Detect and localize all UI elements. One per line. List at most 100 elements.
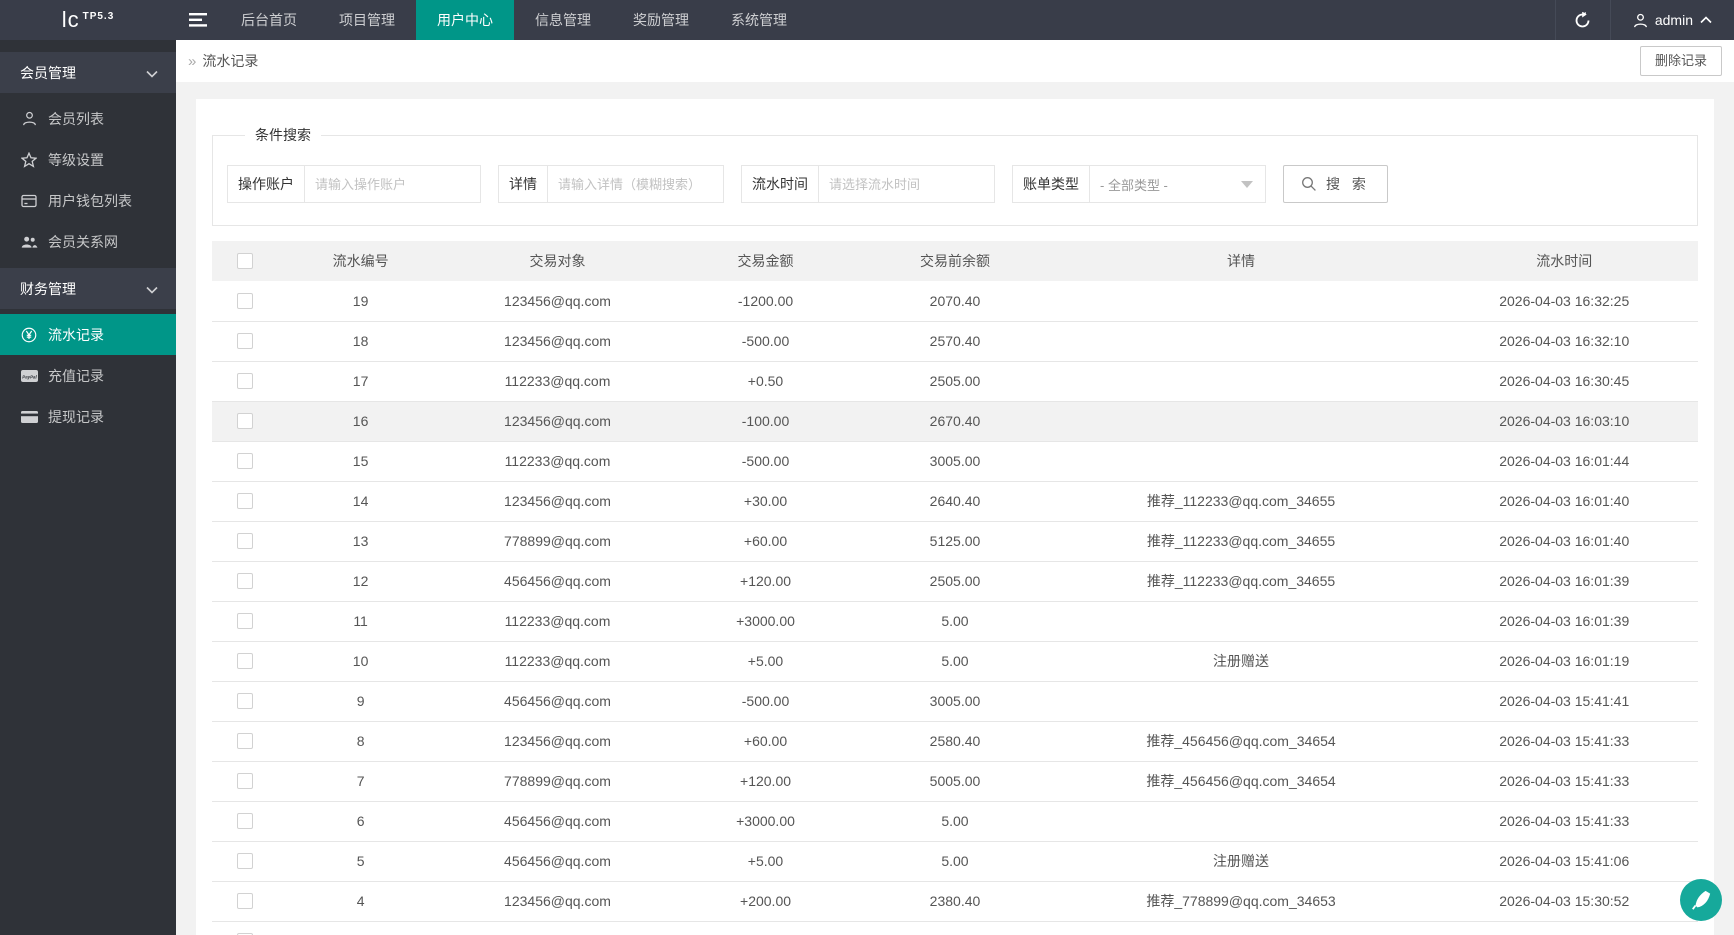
nav-tab-3[interactable]: 用户中心 xyxy=(416,0,514,40)
row-checkbox-cell xyxy=(212,881,279,922)
table-row: 17 112233@qq.com +0.50 2505.00 2026-04-03 16… xyxy=(212,361,1698,402)
sidebar-item-user[interactable]: 会员列表 xyxy=(0,98,176,139)
row-checkbox[interactable] xyxy=(237,653,254,669)
nav-tab-2[interactable]: 项目管理 xyxy=(318,0,416,40)
search-field-group-4: 账单类型 - 全部类型 - xyxy=(1012,165,1266,203)
sidebar-group-label: 会员管理 xyxy=(20,64,76,81)
account-cell: 778899@qq.com xyxy=(442,921,673,935)
sidebar-group-label: 财务管理 xyxy=(20,280,76,297)
table-row: 4 123456@qq.com +200.00 2380.40 推荐_778899@qq… xyxy=(212,881,1698,922)
row-checkbox[interactable] xyxy=(237,693,254,709)
time-cell: 2026-04-03 15:41:33 xyxy=(1430,721,1698,762)
row-checkbox[interactable] xyxy=(237,493,254,509)
card-icon xyxy=(20,410,38,423)
flow-id-cell: 14 xyxy=(278,481,443,522)
search-input-2[interactable] xyxy=(548,166,723,202)
row-checkbox[interactable] xyxy=(237,733,254,749)
breadcrumb-bar: » 流水记录 删除记录 xyxy=(176,40,1734,82)
account-cell: 112233@qq.com xyxy=(442,641,673,682)
account-cell: 112233@qq.com xyxy=(442,361,673,402)
chevron-down-icon xyxy=(146,65,158,81)
sidebar-item-wallet[interactable]: 用户钱包列表 xyxy=(0,180,176,221)
row-checkbox[interactable] xyxy=(237,573,254,589)
bill-type-select[interactable]: - 全部类型 - xyxy=(1090,166,1265,202)
detail-cell xyxy=(1051,321,1431,362)
search-field-label: 操作账户 xyxy=(228,166,305,202)
row-checkbox[interactable] xyxy=(237,773,254,789)
balance-cell: 3005.00 xyxy=(858,681,1052,722)
flow-id-cell: 13 xyxy=(278,521,443,562)
table-row: 14 123456@qq.com +30.00 2640.40 推荐_112233@qq… xyxy=(212,481,1698,522)
select-all-checkbox[interactable] xyxy=(237,253,254,269)
account-cell: 123456@qq.com xyxy=(442,281,673,322)
sidebar-item-label: 等级设置 xyxy=(48,151,104,168)
table-row: 18 123456@qq.com -500.00 2570.40 2026-04-03 … xyxy=(212,321,1698,362)
row-checkbox[interactable] xyxy=(237,893,254,909)
table-row: 3778899@qq.com+5000.005.00 2026-04-03 15:… xyxy=(212,921,1698,935)
row-checkbox[interactable] xyxy=(237,453,254,469)
account-cell: 456456@qq.com xyxy=(442,801,673,842)
sidebar-section-2: 财务管理流水记录 PayPal 充值记录 提现记录 xyxy=(0,268,176,437)
search-button[interactable]: 搜 索 xyxy=(1283,165,1388,203)
flow-id-cell: 9 xyxy=(278,681,443,722)
search-field-group-1: 操作账户 xyxy=(227,165,481,203)
row-checkbox-cell xyxy=(212,561,279,602)
row-checkbox-cell xyxy=(212,521,279,562)
column-header: 详情 xyxy=(1051,241,1431,281)
row-checkbox[interactable] xyxy=(237,373,254,389)
flow-id-cell: 3 xyxy=(278,921,443,935)
row-checkbox[interactable] xyxy=(237,413,254,429)
row-checkbox-cell xyxy=(212,921,279,935)
row-checkbox-cell xyxy=(212,681,279,722)
sidebar-group-2[interactable]: 财务管理 xyxy=(0,268,176,309)
amount-cell: +120.00 xyxy=(672,561,859,602)
sidebar-item-yen[interactable]: 流水记录 xyxy=(0,314,176,355)
account-cell: 123456@qq.com xyxy=(442,721,673,762)
sidebar-item-paypal[interactable]: PayPal 充值记录 xyxy=(0,355,176,396)
amount-cell: -500.00 xyxy=(672,681,859,722)
row-checkbox[interactable] xyxy=(237,333,254,349)
chevron-down-icon xyxy=(146,281,158,297)
search-panel-legend: 条件搜索 xyxy=(255,127,311,143)
sidebar-group-1[interactable]: 会员管理 xyxy=(0,52,176,93)
nav-tabs: 后台首页 项目管理 用户中心 信息管理 奖励管理 系统管理 xyxy=(220,0,808,40)
time-cell: 2026-04-03 16:32:10 xyxy=(1430,321,1698,362)
time-cell: 2026-04-03 15:41:33 xyxy=(1430,801,1698,842)
time-cell: 2026-04-03 15:41:06 xyxy=(1430,841,1698,882)
row-checkbox[interactable] xyxy=(237,292,254,309)
balance-cell: 3005.00 xyxy=(858,441,1052,482)
table-row: 6 456456@qq.com +3000.00 5.00 2026-04-03 15:… xyxy=(212,801,1698,842)
sidebar-item-label: 会员关系网 xyxy=(48,233,118,250)
nav-tab-1[interactable]: 后台首页 xyxy=(220,0,318,40)
balance-cell: 2670.40 xyxy=(858,401,1052,442)
time-cell: 2026-04-03 16:01:40 xyxy=(1430,481,1698,522)
row-checkbox[interactable] xyxy=(237,853,254,869)
chevron-up-icon xyxy=(1700,16,1712,24)
row-checkbox[interactable] xyxy=(237,613,254,629)
time-cell: 2026-04-03 15:30:52 xyxy=(1430,921,1698,935)
logo-version: TP5.3 xyxy=(82,10,115,22)
floating-action-button[interactable] xyxy=(1680,879,1722,921)
sidebar-item-star[interactable]: 等级设置 xyxy=(0,139,176,180)
nav-tab-4[interactable]: 信息管理 xyxy=(514,0,612,40)
flow-id-cell: 12 xyxy=(278,561,443,602)
user-menu[interactable]: admin xyxy=(1611,0,1734,40)
topbar-right: admin xyxy=(1554,0,1734,40)
row-checkbox-cell xyxy=(212,441,279,482)
nav-tab-6[interactable]: 系统管理 xyxy=(710,0,808,40)
search-row: 操作账户 详情 流水时间 账单类型 - 全部类型 - 搜 索 xyxy=(227,165,1683,203)
nav-tab-5[interactable]: 奖励管理 xyxy=(612,0,710,40)
search-input-1[interactable] xyxy=(305,166,480,202)
row-checkbox[interactable] xyxy=(237,813,254,829)
sidebar-item-card[interactable]: 提现记录 xyxy=(0,396,176,437)
sidebar-item-label: 流水记录 xyxy=(48,326,104,343)
delete-records-button[interactable]: 删除记录 xyxy=(1639,46,1722,76)
svg-text:PayPal: PayPal xyxy=(22,374,37,379)
refresh-button[interactable] xyxy=(1554,0,1611,40)
sidebar-item-group[interactable]: 会员关系网 xyxy=(0,221,176,262)
flow-id-cell: 15 xyxy=(278,441,443,482)
menu-toggle-icon[interactable] xyxy=(176,0,220,40)
table-row: 10 112233@qq.com +5.00 5.00 注册赠送 2026-04-03 1… xyxy=(212,641,1698,682)
row-checkbox[interactable] xyxy=(237,533,254,549)
search-input-3[interactable] xyxy=(819,166,994,202)
